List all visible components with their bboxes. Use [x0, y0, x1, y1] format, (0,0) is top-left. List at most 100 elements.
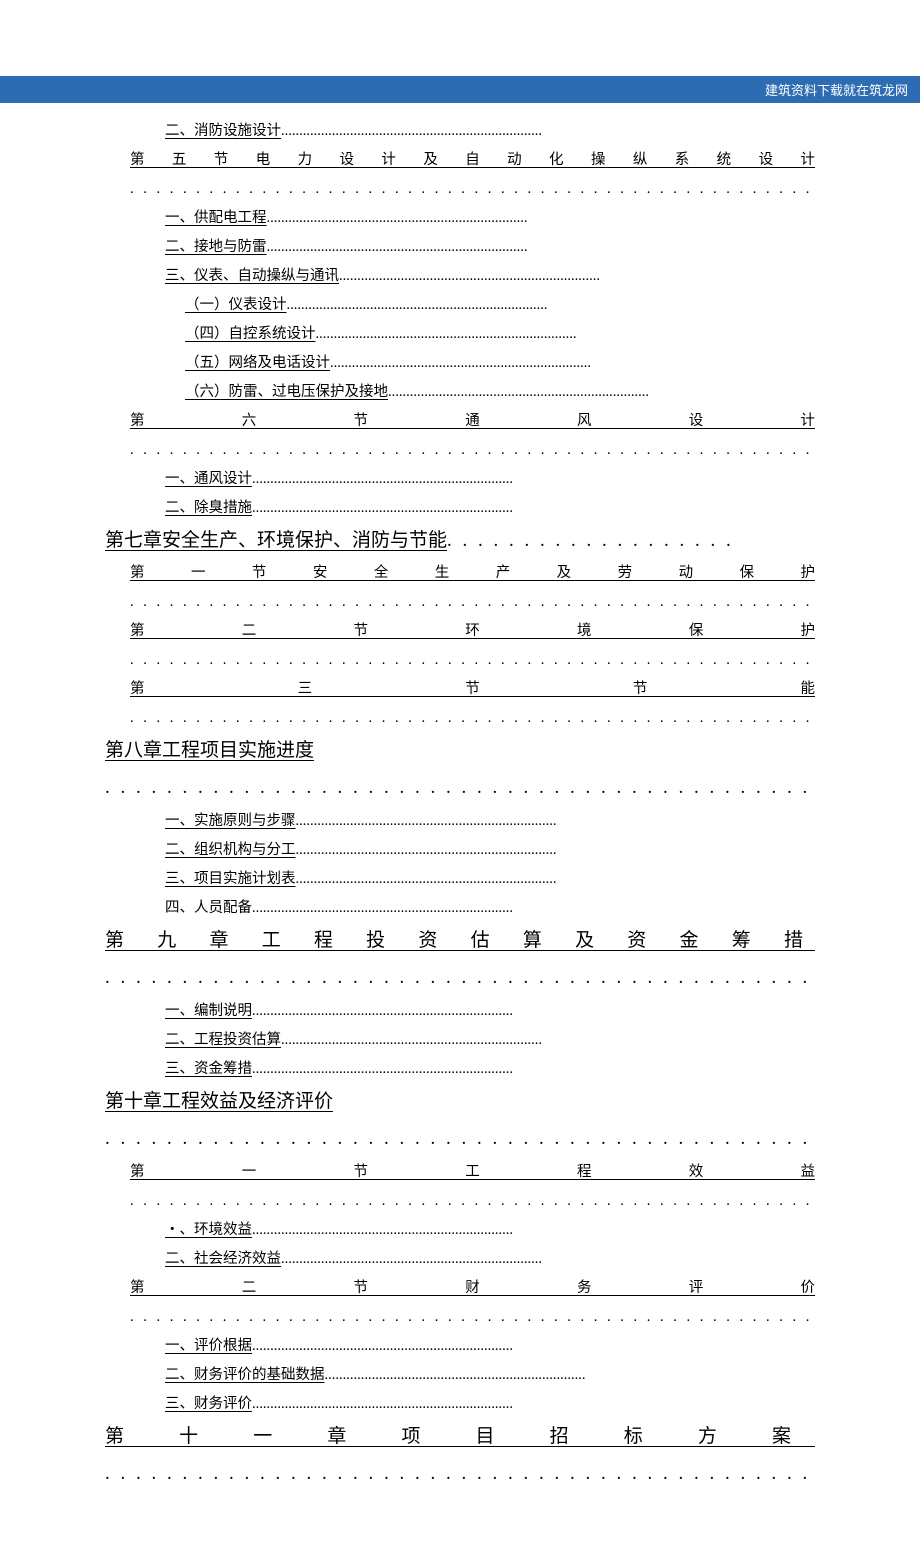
toc-text: 三、项目实施计划表: [165, 871, 296, 887]
toc-text: 二、财务评价的基础数据: [165, 1367, 325, 1383]
toc-item: 二、接地与防雷.................................…: [105, 233, 815, 262]
toc-text: 四、人员配备: [165, 900, 252, 916]
header-text: 建筑资料下载就在筑龙网: [765, 83, 908, 98]
toc-content: 二、消防设施设计................................…: [0, 117, 920, 1553]
toc-text: 第九章工程投资估算及资金筹措: [105, 923, 815, 959]
toc-item: 二、消防设施设计................................…: [105, 117, 815, 146]
dots-row: . . . . . . . . . . . . . . . . . . . . …: [105, 769, 815, 807]
toc-item: （五）网络及电话设计..............................…: [105, 349, 815, 378]
dots-row: . . . . . . . . . . . . . . . . . . . . …: [105, 646, 815, 675]
dots: ........................................…: [296, 871, 557, 887]
toc-item: 二、工程投资估算................................…: [105, 1026, 815, 1055]
header-bar: 建筑资料下载就在筑龙网: [0, 76, 920, 103]
toc-item: 一、评价根据..................................…: [105, 1332, 815, 1361]
toc-chapter: 第八章工程项目实施进度: [105, 733, 815, 769]
toc-text: 一、供配电工程: [165, 210, 267, 226]
toc-text: （五）网络及电话设计: [185, 355, 330, 371]
toc-item: 一、实施原则与步骤...............................…: [105, 807, 815, 836]
toc-item: 三、财务评价..................................…: [105, 1390, 815, 1419]
toc-section: 第六节通风设计: [105, 407, 815, 436]
toc-text: 第一节工程效益: [130, 1158, 815, 1187]
dots-row: . . . . . . . . . . . . . . . . . . . . …: [105, 704, 815, 733]
toc-item: 三、仪表、自动操纵与通讯............................…: [105, 262, 815, 291]
dots: ........................................…: [252, 1222, 513, 1238]
dots-row: . . . . . . . . . . . . . . . . . . . . …: [105, 1303, 815, 1332]
dots: ........................................…: [252, 1396, 513, 1412]
toc-text: 三、财务评价: [165, 1396, 252, 1412]
toc-text: ・、环境效益: [165, 1222, 252, 1238]
toc-text: 一、编制说明: [165, 1003, 252, 1019]
dots: ........................................…: [252, 1061, 513, 1077]
dots: . . . . . . . . . . . . . . . . . . .: [447, 523, 734, 559]
toc-text: 二、消防设施设计: [165, 123, 281, 139]
dots: ........................................…: [267, 239, 528, 255]
toc-item: 二、社会经济效益................................…: [105, 1245, 815, 1274]
toc-item: （四）自控系统设计...............................…: [105, 320, 815, 349]
toc-section: 第一节工程效益: [105, 1158, 815, 1187]
toc-item: （六）防雷、过电压保护及接地..........................…: [105, 378, 815, 407]
dots: ........................................…: [325, 1367, 586, 1383]
toc-chapter: 第十一章项目招标方案: [105, 1419, 815, 1455]
toc-item: ・、环境效益..................................…: [105, 1216, 815, 1245]
toc-text: 二、工程投资估算: [165, 1032, 281, 1048]
toc-text: （一）仪表设计: [185, 297, 287, 313]
dots: ........................................…: [296, 842, 557, 858]
dots: ........................................…: [281, 1251, 542, 1267]
dots: ........................................…: [296, 813, 557, 829]
toc-text: 二、接地与防雷: [165, 239, 267, 255]
toc-item: 四、人员配备..................................…: [105, 894, 815, 923]
toc-text: （四）自控系统设计: [185, 326, 316, 342]
toc-section: 第三节节能: [105, 675, 815, 704]
dots: ........................................…: [281, 1032, 542, 1048]
dots: ........................................…: [339, 268, 600, 284]
toc-section: 第一节安全生产及劳动保护: [105, 559, 815, 588]
toc-text: 第三节节能: [130, 675, 815, 704]
dots: ........................................…: [252, 1003, 513, 1019]
toc-text: 一、评价根据: [165, 1338, 252, 1354]
dots-row: . . . . . . . . . . . . . . . . . . . . …: [105, 1187, 815, 1216]
dots-row: . . . . . . . . . . . . . . . . . . . . …: [105, 588, 815, 617]
toc-text: 二、社会经济效益: [165, 1251, 281, 1267]
toc-text: 二、除臭措施: [165, 500, 252, 516]
toc-item: 三、资金筹措..................................…: [105, 1055, 815, 1084]
toc-text: 第七章安全生产、环境保护、消防与节能: [105, 523, 447, 559]
toc-chapter: 第七章安全生产、环境保护、消防与节能 . . . . . . . . . . .…: [105, 523, 815, 559]
dots-row: . . . . . . . . . . . . . . . . . . . . …: [105, 436, 815, 465]
dots-row: . . . . . . . . . . . . . . . . . . . . …: [105, 1455, 815, 1493]
toc-text: 第八章工程项目实施进度: [105, 733, 314, 769]
toc-text: 第二节环境保护: [130, 617, 815, 646]
toc-text: 第十一章项目招标方案: [105, 1419, 815, 1455]
dots: ........................................…: [252, 500, 513, 516]
dots: ........................................…: [281, 123, 542, 139]
toc-item: 一、供配电工程.................................…: [105, 204, 815, 233]
toc-text: 三、仪表、自动操纵与通讯: [165, 268, 339, 284]
toc-section: 第二节环境保护: [105, 617, 815, 646]
toc-item: 一、通风设计..................................…: [105, 465, 815, 494]
toc-item: 二、财务评价的基础数据.............................…: [105, 1361, 815, 1390]
dots-row: . . . . . . . . . . . . . . . . . . . . …: [105, 1120, 815, 1158]
dots: ........................................…: [388, 384, 649, 400]
toc-text: 第六节通风设计: [130, 407, 815, 436]
dots: ........................................…: [267, 210, 528, 226]
toc-text: 一、通风设计: [165, 471, 252, 487]
dots-row: . . . . . . . . . . . . . . . . . . . . …: [105, 175, 815, 204]
toc-item: 二、除臭措施..................................…: [105, 494, 815, 523]
dots: ........................................…: [252, 471, 513, 487]
dots-row: . . . . . . . . . . . . . . . . . . . . …: [105, 959, 815, 997]
toc-text: 第五节电力设计及自动化操纵系统设计: [130, 146, 815, 175]
dots: ........................................…: [316, 326, 577, 342]
toc-chapter: 第十章工程效益及经济评价: [105, 1084, 815, 1120]
toc-text: 二、组织机构与分工: [165, 842, 296, 858]
toc-text: 第十章工程效益及经济评价: [105, 1084, 333, 1120]
toc-section: 第二节财务评价: [105, 1274, 815, 1303]
toc-item: 三、项目实施计划表...............................…: [105, 865, 815, 894]
toc-text: 一、实施原则与步骤: [165, 813, 296, 829]
toc-text: 第一节安全生产及劳动保护: [130, 559, 815, 588]
dots: ........................................…: [287, 297, 548, 313]
dots: ........................................…: [330, 355, 591, 371]
toc-item: 二、组织机构与分工...............................…: [105, 836, 815, 865]
toc-text: 第二节财务评价: [130, 1274, 815, 1303]
toc-chapter: 第九章工程投资估算及资金筹措: [105, 923, 815, 959]
toc-item: 一、编制说明..................................…: [105, 997, 815, 1026]
dots: ........................................…: [252, 900, 513, 916]
